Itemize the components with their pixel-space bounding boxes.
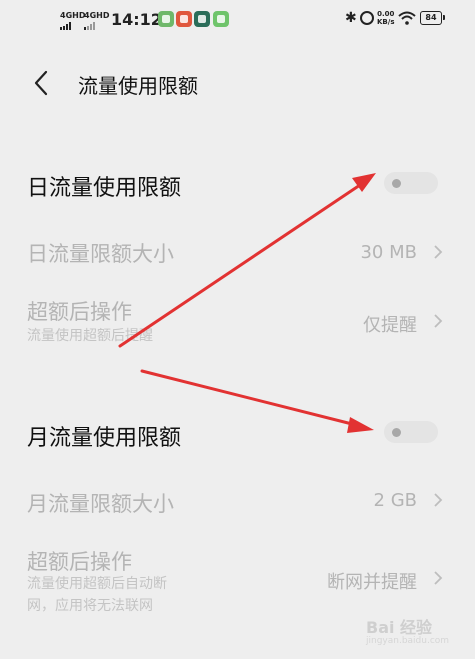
annotation-arrows [118,173,376,433]
baidu-watermark: Bai 经验 [366,618,433,637]
baidu-watermark-url: jingyan.baidu.com [366,636,450,646]
annotation-arrowhead-monthly [347,417,374,433]
annotation-arrow-daily [118,183,362,348]
annotation-arrow-monthly [140,369,358,427]
